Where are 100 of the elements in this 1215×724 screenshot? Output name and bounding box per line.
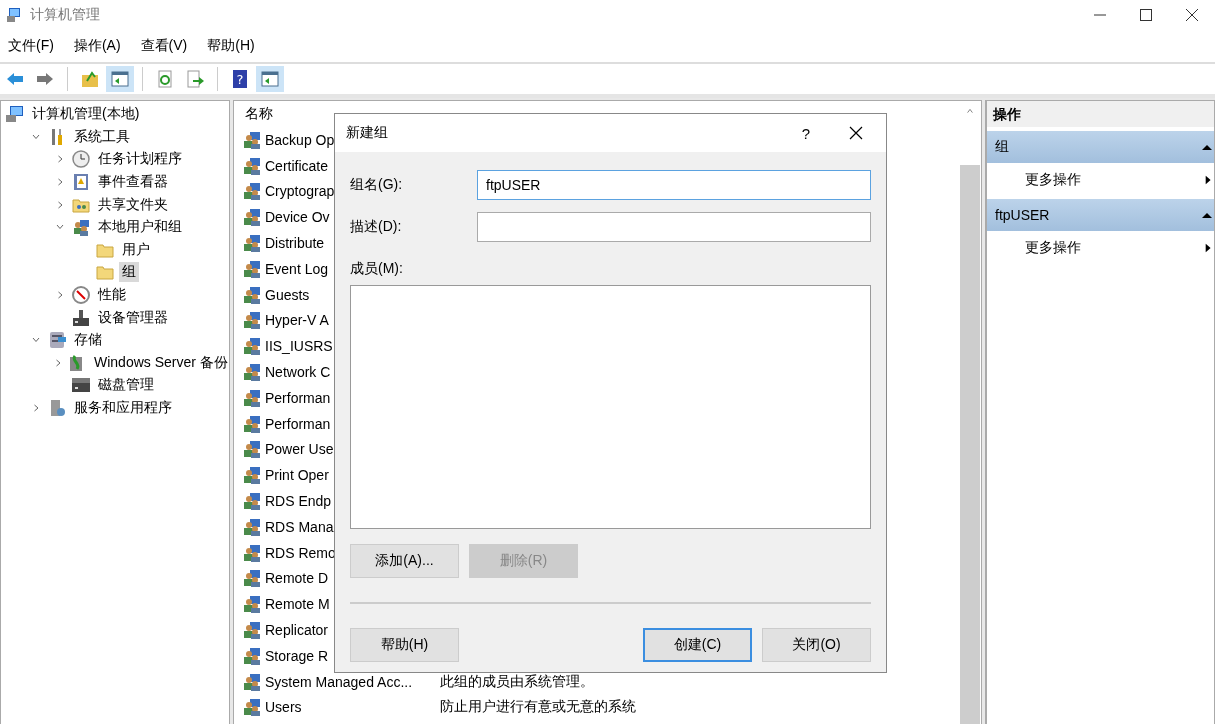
section-header[interactable]: 组 (987, 131, 1214, 163)
users-icon (242, 568, 262, 589)
section-title[interactable]: ftpUSER (995, 207, 1050, 223)
dialog-title: 新建组 (346, 124, 388, 142)
users-icon (242, 439, 262, 460)
group-name[interactable]: Remote D (265, 570, 329, 587)
users-icon (242, 516, 262, 537)
users-icon (242, 542, 262, 563)
group-name[interactable]: Certificate (265, 157, 329, 174)
users-icon (242, 465, 262, 486)
users-icon (71, 217, 91, 238)
window-pane-icon (260, 69, 280, 89)
action-item[interactable]: 更多操作 (987, 231, 1214, 265)
tree-item[interactable]: 任务计划程序 (95, 149, 185, 170)
users-icon (242, 491, 262, 512)
group-name[interactable]: Guests (265, 286, 310, 303)
users-icon (242, 258, 262, 279)
group-name[interactable]: Distribute (265, 235, 325, 252)
menu-item[interactable]: 操作(A) (67, 37, 127, 55)
column-header[interactable]: 名称 (242, 105, 273, 123)
device-icon (71, 307, 91, 328)
tree-item[interactable]: 磁盘管理 (95, 375, 157, 396)
dialog-button[interactable]: 创建(C) (643, 628, 752, 662)
window-pane-icon (110, 69, 130, 89)
users-icon (242, 336, 262, 357)
triangle-icon[interactable] (1202, 142, 1212, 152)
field-label: 描述(D): (350, 218, 403, 236)
group-name[interactable]: Network C (265, 364, 331, 381)
group-name[interactable]: Cryptograp (265, 183, 335, 200)
tree-item[interactable]: Windows Server 备份 (91, 352, 231, 373)
users-icon (242, 594, 262, 615)
triangle-icon (1205, 242, 1212, 254)
menu-item[interactable]: 文件(F) (2, 37, 60, 55)
storage-icon (47, 330, 67, 351)
tree-item[interactable]: 用户 (119, 239, 153, 260)
group-name[interactable]: Users (265, 699, 429, 716)
group-name[interactable]: Device Ov (265, 209, 330, 226)
pane-toggle-button[interactable] (106, 66, 134, 92)
group-name[interactable]: Storage R (265, 647, 329, 664)
dialog-button[interactable]: 添加(A)... (350, 544, 459, 578)
scroll-up-icon[interactable] (966, 107, 974, 115)
close-button[interactable] (848, 125, 864, 141)
tree-item[interactable]: 存储 (71, 330, 105, 351)
group-name[interactable]: Power Use (265, 441, 334, 458)
group-name[interactable]: System Managed Acc... (265, 673, 429, 690)
users-icon (242, 387, 262, 408)
help-button[interactable]: ? (801, 124, 810, 142)
group-name[interactable]: Performan (265, 415, 331, 432)
gauge-icon (71, 285, 91, 306)
log-icon (71, 172, 91, 193)
document-arrow-icon (185, 69, 205, 89)
tree-item[interactable]: 本地用户和组 (95, 217, 185, 238)
group-name[interactable]: RDS Endp (265, 493, 332, 510)
input-field[interactable] (477, 212, 871, 242)
expand-chevron-icon[interactable] (53, 357, 63, 368)
field-label: 组名(G): (350, 176, 404, 194)
group-name[interactable]: Hyper-V A (265, 312, 329, 329)
group-name[interactable]: Backup Op (265, 131, 335, 148)
group-name[interactable]: RDS Mana (265, 518, 334, 535)
group-name[interactable]: Replicator (265, 622, 329, 639)
tree-item[interactable]: 计算机管理(本地) (29, 104, 143, 125)
users-icon (242, 284, 262, 305)
users-icon (242, 310, 262, 331)
action-label[interactable]: 更多操作 (1025, 171, 1081, 189)
group-name[interactable]: Remote M (265, 596, 330, 613)
triangle-icon (1205, 174, 1212, 186)
tree-item[interactable]: 性能 (95, 285, 129, 306)
menu-item[interactable]: 查看(V) (134, 37, 194, 55)
folder-icon (80, 69, 100, 89)
computer-icon (5, 104, 25, 125)
tree-item[interactable]: 设备管理器 (95, 307, 171, 328)
users-icon (242, 697, 262, 718)
users-icon (242, 155, 262, 176)
section-title[interactable]: 组 (995, 138, 1009, 156)
tree-item[interactable]: 组 (119, 262, 139, 283)
action-label[interactable]: 更多操作 (1025, 239, 1081, 257)
menu-item[interactable]: 帮助(H) (201, 37, 261, 55)
dialog-button[interactable]: 帮助(H) (350, 628, 459, 662)
tree-item[interactable]: 共享文件夹 (95, 194, 171, 215)
users-icon (242, 413, 262, 434)
users-icon (242, 671, 262, 692)
group-name[interactable]: Event Log (265, 260, 329, 277)
triangle-icon[interactable] (1202, 210, 1212, 220)
tree-item[interactable]: 服务和应用程序 (71, 398, 175, 418)
computer-icon (6, 7, 22, 23)
group-name[interactable]: Performan (265, 389, 331, 406)
group-description: 防止用户进行有意或无意的系统 (439, 698, 636, 717)
refresh-icon (155, 69, 175, 89)
pane-toggle-button[interactable] (256, 66, 284, 92)
users-icon (242, 233, 262, 254)
group-name[interactable]: Print Oper (265, 467, 329, 484)
users-icon (242, 620, 262, 641)
input-field[interactable]: ftpUSER (477, 170, 871, 200)
tree-item[interactable]: 系统工具 (71, 126, 133, 147)
field-label: 成员(M): (350, 260, 404, 278)
dialog-button[interactable]: 关闭(O) (762, 628, 871, 662)
group-name[interactable]: IIS_IUSRS (265, 338, 333, 355)
section-header[interactable]: ftpUSER (987, 199, 1214, 231)
action-item[interactable]: 更多操作 (987, 163, 1214, 197)
tree-item[interactable]: 事件查看器 (95, 172, 171, 193)
